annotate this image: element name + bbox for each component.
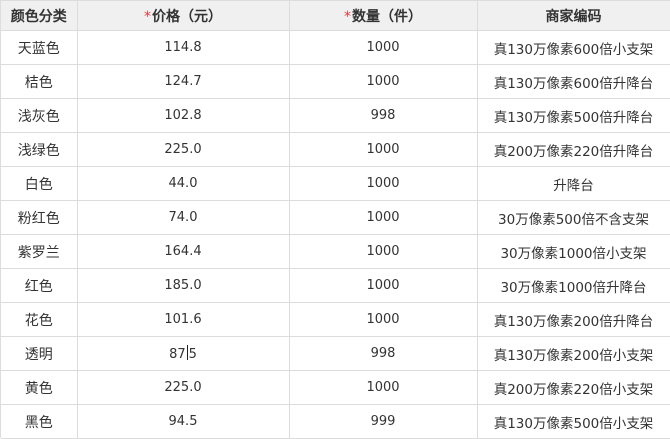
price-cell-editing[interactable]: 87 5: [77, 336, 290, 371]
price-cell[interactable]: 124.7: [77, 64, 290, 99]
price-cell[interactable]: 44.0: [77, 166, 290, 201]
price-cell[interactable]: 164.4: [77, 234, 290, 269]
table-row: 浅灰色 102.8 998 真130万像素500倍升降台: [1, 98, 670, 133]
quantity-cell[interactable]: 1000: [289, 132, 478, 167]
table-row: 黑色 94.5 999 真130万像素500倍小支架: [1, 404, 670, 439]
merchant-code-cell[interactable]: 30万像素500倍不含支架: [477, 200, 670, 235]
table-row: 浅绿色 225.0 1000 真200万像素220倍升降台: [1, 132, 670, 167]
header-color: 颜色分类: [1, 0, 78, 31]
table-row: 黄色 225.0 1000 真200万像素220倍小支架: [1, 370, 670, 405]
table-row: 紫罗兰 164.4 1000 30万像素1000倍小支架: [1, 234, 670, 269]
quantity-cell[interactable]: 1000: [289, 234, 478, 269]
color-cell: 浅绿色: [1, 132, 78, 167]
merchant-code-cell[interactable]: 真130万像素600倍小支架: [477, 30, 670, 65]
price-text-after-caret: 5: [188, 347, 197, 362]
price-cell[interactable]: 101.6: [77, 302, 290, 337]
price-cell[interactable]: 114.8: [77, 30, 290, 65]
color-cell: 桔色: [1, 64, 78, 99]
price-cell[interactable]: 74.0: [77, 200, 290, 235]
price-cell[interactable]: 225.0: [77, 370, 290, 405]
price-cell[interactable]: 225.0: [77, 132, 290, 167]
quantity-cell[interactable]: 1000: [289, 64, 478, 99]
quantity-cell[interactable]: 1000: [289, 302, 478, 337]
color-cell: 花色: [1, 302, 78, 337]
color-cell: 浅灰色: [1, 98, 78, 133]
header-price: *价格（元）: [77, 0, 290, 31]
header-quantity-label: 数量（件）: [352, 8, 422, 25]
merchant-code-cell[interactable]: 升降台: [477, 166, 670, 201]
color-cell: 紫罗兰: [1, 234, 78, 269]
quantity-cell[interactable]: 1000: [289, 268, 478, 303]
quantity-cell[interactable]: 999: [289, 404, 478, 439]
merchant-code-cell[interactable]: 真130万像素500倍小支架: [477, 404, 670, 439]
table-row: 花色 101.6 1000 真130万像素200倍升降台: [1, 302, 670, 337]
header-merchant-code: 商家编码: [477, 0, 670, 31]
color-cell: 黄色: [1, 370, 78, 405]
merchant-code-cell[interactable]: 真130万像素500倍升降台: [477, 98, 670, 133]
price-cell[interactable]: 94.5: [77, 404, 290, 439]
color-cell: 红色: [1, 268, 78, 303]
merchant-code-cell[interactable]: 30万像素1000倍升降台: [477, 268, 670, 303]
sku-table: 颜色分类 *价格（元） *数量（件） 商家编码 天蓝色 114.8 1000 真…: [0, 0, 670, 439]
header-price-label: 价格（元）: [152, 8, 222, 25]
header-row: 颜色分类 *价格（元） *数量（件） 商家编码: [1, 0, 670, 31]
text-caret: [186, 345, 188, 360]
quantity-cell[interactable]: 1000: [289, 166, 478, 201]
price-text-before-caret: 87: [169, 347, 186, 362]
table-row: 粉红色 74.0 1000 30万像素500倍不含支架: [1, 200, 670, 235]
required-marker: *: [344, 8, 351, 25]
table-row: 天蓝色 114.8 1000 真130万像素600倍小支架: [1, 30, 670, 65]
header-quantity: *数量（件）: [289, 0, 478, 31]
sku-grid: 颜色分类 *价格（元） *数量（件） 商家编码 天蓝色 114.8 1000 真…: [1, 0, 670, 439]
table-row: 白色 44.0 1000 升降台: [1, 166, 670, 201]
quantity-cell[interactable]: 1000: [289, 30, 478, 65]
table-row: 透明 87 5 998 真130万像素200倍小支架: [1, 336, 670, 371]
merchant-code-cell[interactable]: 真130万像素200倍升降台: [477, 302, 670, 337]
price-cell[interactable]: 102.8: [77, 98, 290, 133]
merchant-code-cell[interactable]: 真130万像素600倍升降台: [477, 64, 670, 99]
color-cell: 白色: [1, 166, 78, 201]
quantity-cell[interactable]: 1000: [289, 370, 478, 405]
table-row: 桔色 124.7 1000 真130万像素600倍升降台: [1, 64, 670, 99]
quantity-cell[interactable]: 998: [289, 336, 478, 371]
merchant-code-cell[interactable]: 真200万像素220倍升降台: [477, 132, 670, 167]
quantity-cell[interactable]: 998: [289, 98, 478, 133]
merchant-code-cell[interactable]: 真130万像素200倍小支架: [477, 336, 670, 371]
merchant-code-cell[interactable]: 30万像素1000倍小支架: [477, 234, 670, 269]
color-cell: 透明: [1, 336, 78, 371]
color-cell: 粉红色: [1, 200, 78, 235]
table-row: 红色 185.0 1000 30万像素1000倍升降台: [1, 268, 670, 303]
merchant-code-cell[interactable]: 真200万像素220倍小支架: [477, 370, 670, 405]
color-cell: 天蓝色: [1, 30, 78, 65]
price-cell[interactable]: 185.0: [77, 268, 290, 303]
quantity-cell[interactable]: 1000: [289, 200, 478, 235]
required-marker: *: [144, 8, 151, 25]
color-cell: 黑色: [1, 404, 78, 439]
